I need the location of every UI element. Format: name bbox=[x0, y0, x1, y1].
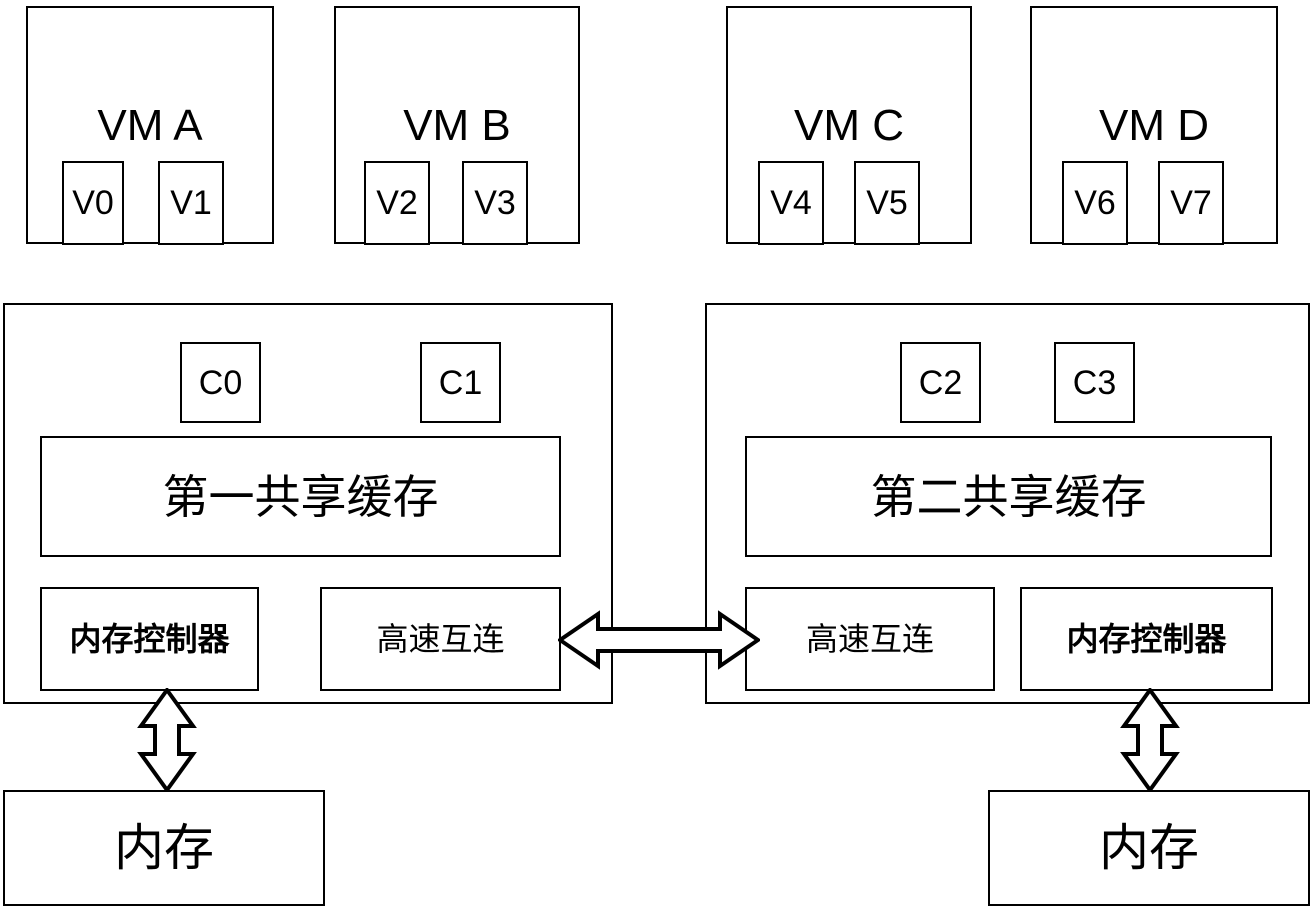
interconnect-link-arrow bbox=[558, 608, 760, 672]
memory-box-1: 内存 bbox=[3, 790, 325, 906]
vcpu-label-v7: V7 bbox=[1170, 184, 1212, 222]
interconnect-box-1: 高速互连 bbox=[320, 587, 561, 691]
vcpu-box-v1: V1 bbox=[158, 161, 224, 245]
interconnect-box-2: 高速互连 bbox=[745, 587, 995, 691]
core-label-c3: C3 bbox=[1072, 363, 1117, 402]
memory-link-arrow-1 bbox=[135, 688, 199, 792]
vcpu-box-v2: V2 bbox=[364, 161, 430, 245]
vcpu-box-v7: V7 bbox=[1158, 161, 1224, 245]
memory-controller-label-1: 内存控制器 bbox=[69, 620, 230, 658]
memory-controller-label-2: 内存控制器 bbox=[1066, 620, 1227, 658]
vcpu-label-v5: V5 bbox=[866, 184, 908, 222]
shared-cache-box-2: 第二共享缓存 bbox=[745, 436, 1272, 557]
vcpu-label-v0: V0 bbox=[72, 184, 114, 222]
core-box-c3: C3 bbox=[1054, 342, 1135, 423]
vcpu-label-v2: V2 bbox=[376, 184, 418, 222]
core-label-c1: C1 bbox=[438, 363, 483, 402]
memory-label-1: 内存 bbox=[114, 819, 214, 877]
vcpu-box-v4: V4 bbox=[758, 161, 824, 245]
vcpu-label-v4: V4 bbox=[770, 184, 812, 222]
vcpu-box-v6: V6 bbox=[1062, 161, 1128, 245]
vcpu-box-v0: V0 bbox=[62, 161, 124, 245]
core-box-c2: C2 bbox=[900, 342, 981, 423]
core-box-c0: C0 bbox=[180, 342, 261, 423]
vm-label-a: VM A bbox=[97, 101, 203, 150]
shared-cache-label-1: 第一共享缓存 bbox=[162, 469, 439, 524]
vcpu-box-v5: V5 bbox=[854, 161, 920, 245]
interconnect-label-2: 高速互连 bbox=[805, 620, 934, 658]
diagram-canvas: VM A V0 V1 VM B V2 V3 VM C V4 V5 VM D V6… bbox=[0, 0, 1312, 912]
vm-label-b: VM B bbox=[403, 101, 511, 150]
core-box-c1: C1 bbox=[420, 342, 501, 423]
memory-controller-box-2: 内存控制器 bbox=[1020, 587, 1273, 691]
shared-cache-box-1: 第一共享缓存 bbox=[40, 436, 561, 557]
interconnect-label-1: 高速互连 bbox=[376, 620, 505, 658]
vcpu-box-v3: V3 bbox=[462, 161, 528, 245]
vm-label-c: VM C bbox=[794, 101, 904, 150]
core-label-c0: C0 bbox=[198, 363, 243, 402]
core-label-c2: C2 bbox=[918, 363, 963, 402]
memory-link-arrow-2 bbox=[1118, 688, 1182, 792]
memory-label-2: 内存 bbox=[1099, 819, 1199, 877]
vcpu-label-v6: V6 bbox=[1074, 184, 1116, 222]
shared-cache-label-2: 第二共享缓存 bbox=[870, 469, 1147, 524]
memory-controller-box-1: 内存控制器 bbox=[40, 587, 259, 691]
vcpu-label-v3: V3 bbox=[474, 184, 516, 222]
memory-box-2: 内存 bbox=[988, 790, 1310, 906]
vm-label-d: VM D bbox=[1099, 101, 1209, 150]
vcpu-label-v1: V1 bbox=[170, 184, 212, 222]
